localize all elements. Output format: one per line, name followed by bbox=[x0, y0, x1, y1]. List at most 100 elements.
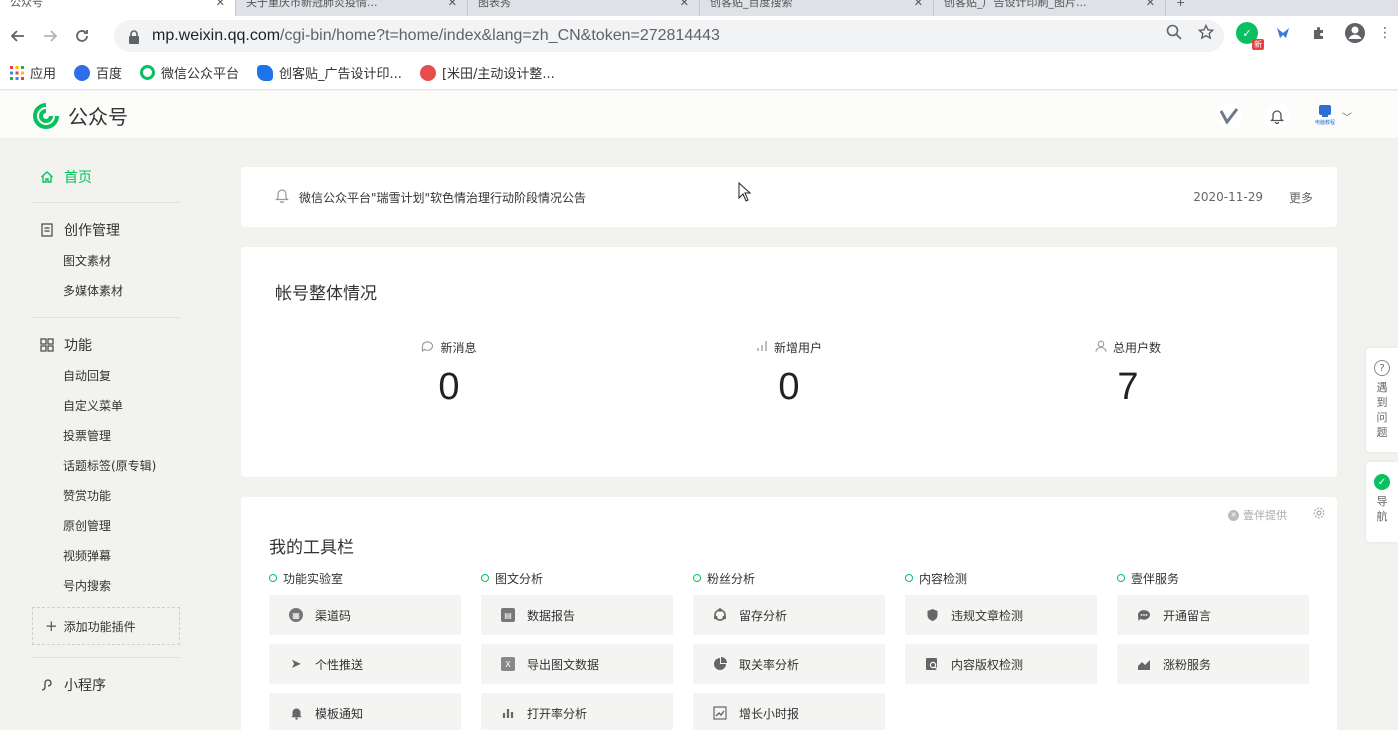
back-button[interactable] bbox=[2, 20, 34, 52]
menu-icon[interactable]: ⋮ bbox=[1378, 22, 1392, 44]
sidebar-sub-item[interactable]: 自动回复 bbox=[0, 360, 210, 390]
tool-item[interactable]: 增长小时报 bbox=[693, 693, 885, 730]
provider-note[interactable]: ✕ 壹伴提供 bbox=[1228, 507, 1287, 523]
browser-tabstrip: 公众号 ✕ 关于重庆市新冠肺炎疫情... ✕ 图表秀 ✕ 创客贴_百度搜索 ✕ … bbox=[0, 0, 1398, 16]
tool-item-label: 取关率分析 bbox=[739, 657, 800, 672]
brand[interactable]: 公众号 bbox=[32, 101, 128, 130]
wechat-extension-icon[interactable]: ✓ 新 bbox=[1236, 22, 1264, 50]
stat-new-messages[interactable]: 新消息 0 bbox=[349, 339, 549, 409]
new-tab-button[interactable]: + bbox=[1166, 0, 1196, 16]
shield-icon bbox=[925, 608, 939, 622]
url-path: /cgi-bin/home?t=home/index&lang=zh_CN&to… bbox=[280, 27, 720, 44]
comment-icon bbox=[1137, 608, 1151, 622]
bell-icon[interactable] bbox=[1264, 103, 1290, 129]
sidebar-sub-item[interactable]: 图文素材 bbox=[0, 245, 210, 275]
sidebar-item-features[interactable]: 功能 bbox=[32, 330, 210, 360]
grid-icon bbox=[40, 338, 54, 352]
tool-item[interactable]: 内容版权检测 bbox=[905, 644, 1097, 684]
bar-chart-icon bbox=[756, 340, 768, 355]
tool-column-content-check: 内容检测 违规文章检测 内容版权检测 bbox=[905, 571, 1097, 684]
notice-link[interactable]: 微信公众平台"瑞雪计划"软色情治理行动阶段情况公告 bbox=[299, 189, 586, 206]
help-float-button[interactable]: ? 遇到问题 bbox=[1366, 348, 1398, 452]
add-plugin-button[interactable]: + 添加功能插件 bbox=[32, 607, 180, 645]
puzzle-icon[interactable] bbox=[1308, 22, 1330, 44]
sidebar-sub-item[interactable]: 号内搜索 bbox=[0, 570, 210, 600]
section-title: 我的工具栏 bbox=[269, 538, 354, 558]
arrow-right-icon bbox=[44, 30, 58, 42]
tool-item[interactable]: 留存分析 bbox=[693, 595, 885, 635]
sidebar-sub-item[interactable]: 赞赏功能 bbox=[0, 480, 210, 510]
account-menu[interactable]: 电脑教程 ﹀ bbox=[1312, 103, 1352, 129]
star-icon[interactable] bbox=[1197, 23, 1215, 44]
nav-label: 导航 bbox=[1376, 495, 1388, 523]
nav-float-button[interactable]: ✓ 导航 bbox=[1366, 462, 1398, 542]
tool-item[interactable]: ➤ 个性推送 bbox=[269, 644, 461, 684]
browser-toolbar: mp.weixin.qq.com/cgi-bin/home?t=home/ind… bbox=[0, 16, 1398, 56]
notice-more-link[interactable]: 更多 bbox=[1289, 189, 1313, 206]
tool-item[interactable]: ▤ 数据报告 bbox=[481, 595, 673, 635]
sidebar-sub-item[interactable]: 自定义菜单 bbox=[0, 390, 210, 420]
sidebar-sub-item[interactable]: 视频弹幕 bbox=[0, 540, 210, 570]
tool-item[interactable]: 违规文章检测 bbox=[905, 595, 1097, 635]
bookmark-label: 应用 bbox=[30, 67, 57, 82]
tool-item[interactable]: 取关率分析 bbox=[693, 644, 885, 684]
close-icon[interactable]: ✕ bbox=[216, 0, 225, 9]
sidebar-item-label: 小程序 bbox=[64, 678, 106, 694]
circle-icon bbox=[905, 574, 913, 582]
zoom-icon[interactable] bbox=[1166, 24, 1182, 44]
sidebar-sub-item[interactable]: 投票管理 bbox=[0, 420, 210, 450]
stat-total-users[interactable]: 总用户数 7 bbox=[1028, 339, 1228, 409]
notice-date: 2020-11-29 bbox=[1193, 190, 1263, 204]
close-icon[interactable]: ✕ bbox=[448, 0, 457, 9]
tool-item[interactable]: ▦ 渠道码 bbox=[269, 595, 461, 635]
home-icon bbox=[40, 170, 54, 184]
bookmark-mitian[interactable]: [米田/主动设计整... bbox=[419, 63, 555, 82]
browser-tab[interactable]: 创客贴_百度搜索 ✕ bbox=[700, 0, 934, 16]
sidebar-sub-item[interactable]: 多媒体素材 bbox=[0, 275, 210, 305]
close-icon[interactable]: ✕ bbox=[1146, 0, 1155, 9]
add-plugin-label: 添加功能插件 bbox=[63, 619, 136, 634]
tool-item[interactable]: 打开率分析 bbox=[481, 693, 673, 730]
close-circle-icon: ✕ bbox=[1228, 509, 1239, 521]
excel-icon: X bbox=[501, 657, 515, 671]
tool-column-title: 壹伴服务 bbox=[1131, 571, 1180, 586]
mouse-cursor-icon bbox=[738, 182, 752, 202]
bookmark-wechat-mp[interactable]: 微信公众平台 bbox=[140, 63, 239, 82]
address-bar[interactable]: mp.weixin.qq.com/cgi-bin/home?t=home/ind… bbox=[114, 20, 1224, 52]
tool-item[interactable]: X 导出图文数据 bbox=[481, 644, 673, 684]
sidebar-sub-item[interactable]: 话题标签(原专辑) bbox=[0, 450, 210, 480]
tool-item[interactable]: 涨粉服务 bbox=[1117, 644, 1309, 684]
stat-new-users[interactable]: 新增用户 0 bbox=[689, 339, 889, 409]
yiban-icon[interactable] bbox=[1216, 103, 1242, 129]
forward-button[interactable] bbox=[34, 20, 66, 52]
tool-item-label: 开通留言 bbox=[1163, 608, 1212, 623]
sidebar-item-miniprogram[interactable]: 小程序 bbox=[32, 670, 210, 700]
wechat-mp-logo-icon bbox=[33, 102, 59, 129]
bookmark-baidu[interactable]: 百度 bbox=[74, 63, 122, 82]
sidebar-item-home[interactable]: 首页 bbox=[32, 162, 210, 192]
tool-item[interactable]: 模板通知 bbox=[269, 693, 461, 730]
bookmark-chuangkit[interactable]: 创客贴_广告设计印... bbox=[257, 63, 402, 82]
sidebar-sub-item[interactable]: 原创管理 bbox=[0, 510, 210, 540]
profile-icon[interactable] bbox=[1344, 22, 1366, 44]
tool-item-label: 涨粉服务 bbox=[1163, 657, 1212, 672]
pie-chart-icon bbox=[713, 657, 727, 671]
browser-tab[interactable]: 关于重庆市新冠肺炎疫情... ✕ bbox=[236, 0, 468, 16]
close-icon[interactable]: ✕ bbox=[680, 0, 689, 9]
browser-tab-active[interactable]: 公众号 ✕ bbox=[0, 0, 236, 16]
miniprogram-icon bbox=[40, 678, 54, 692]
tool-item[interactable]: 开通留言 bbox=[1117, 595, 1309, 635]
close-icon[interactable]: ✕ bbox=[914, 0, 923, 9]
reload-button[interactable] bbox=[66, 20, 98, 52]
gear-icon[interactable] bbox=[1313, 507, 1325, 522]
browser-tab[interactable]: 创客贴_广告设计印刷_图片... ✕ bbox=[934, 0, 1166, 16]
browser-tab[interactable]: 图表秀 ✕ bbox=[468, 0, 700, 16]
bar-chart-icon bbox=[501, 706, 515, 720]
tab-title: 图表秀 bbox=[478, 0, 511, 9]
bird-extension-icon[interactable] bbox=[1272, 22, 1294, 44]
notice-bar: 微信公众平台"瑞雪计划"软色情治理行动阶段情况公告 2020-11-29 更多 bbox=[241, 167, 1337, 227]
bookmark-apps[interactable]: 应用 bbox=[10, 63, 56, 82]
sidebar-item-creation[interactable]: 创作管理 bbox=[32, 215, 210, 245]
wechat-mp-logo-icon bbox=[140, 65, 156, 80]
stat-label: 新消息 bbox=[440, 341, 477, 355]
